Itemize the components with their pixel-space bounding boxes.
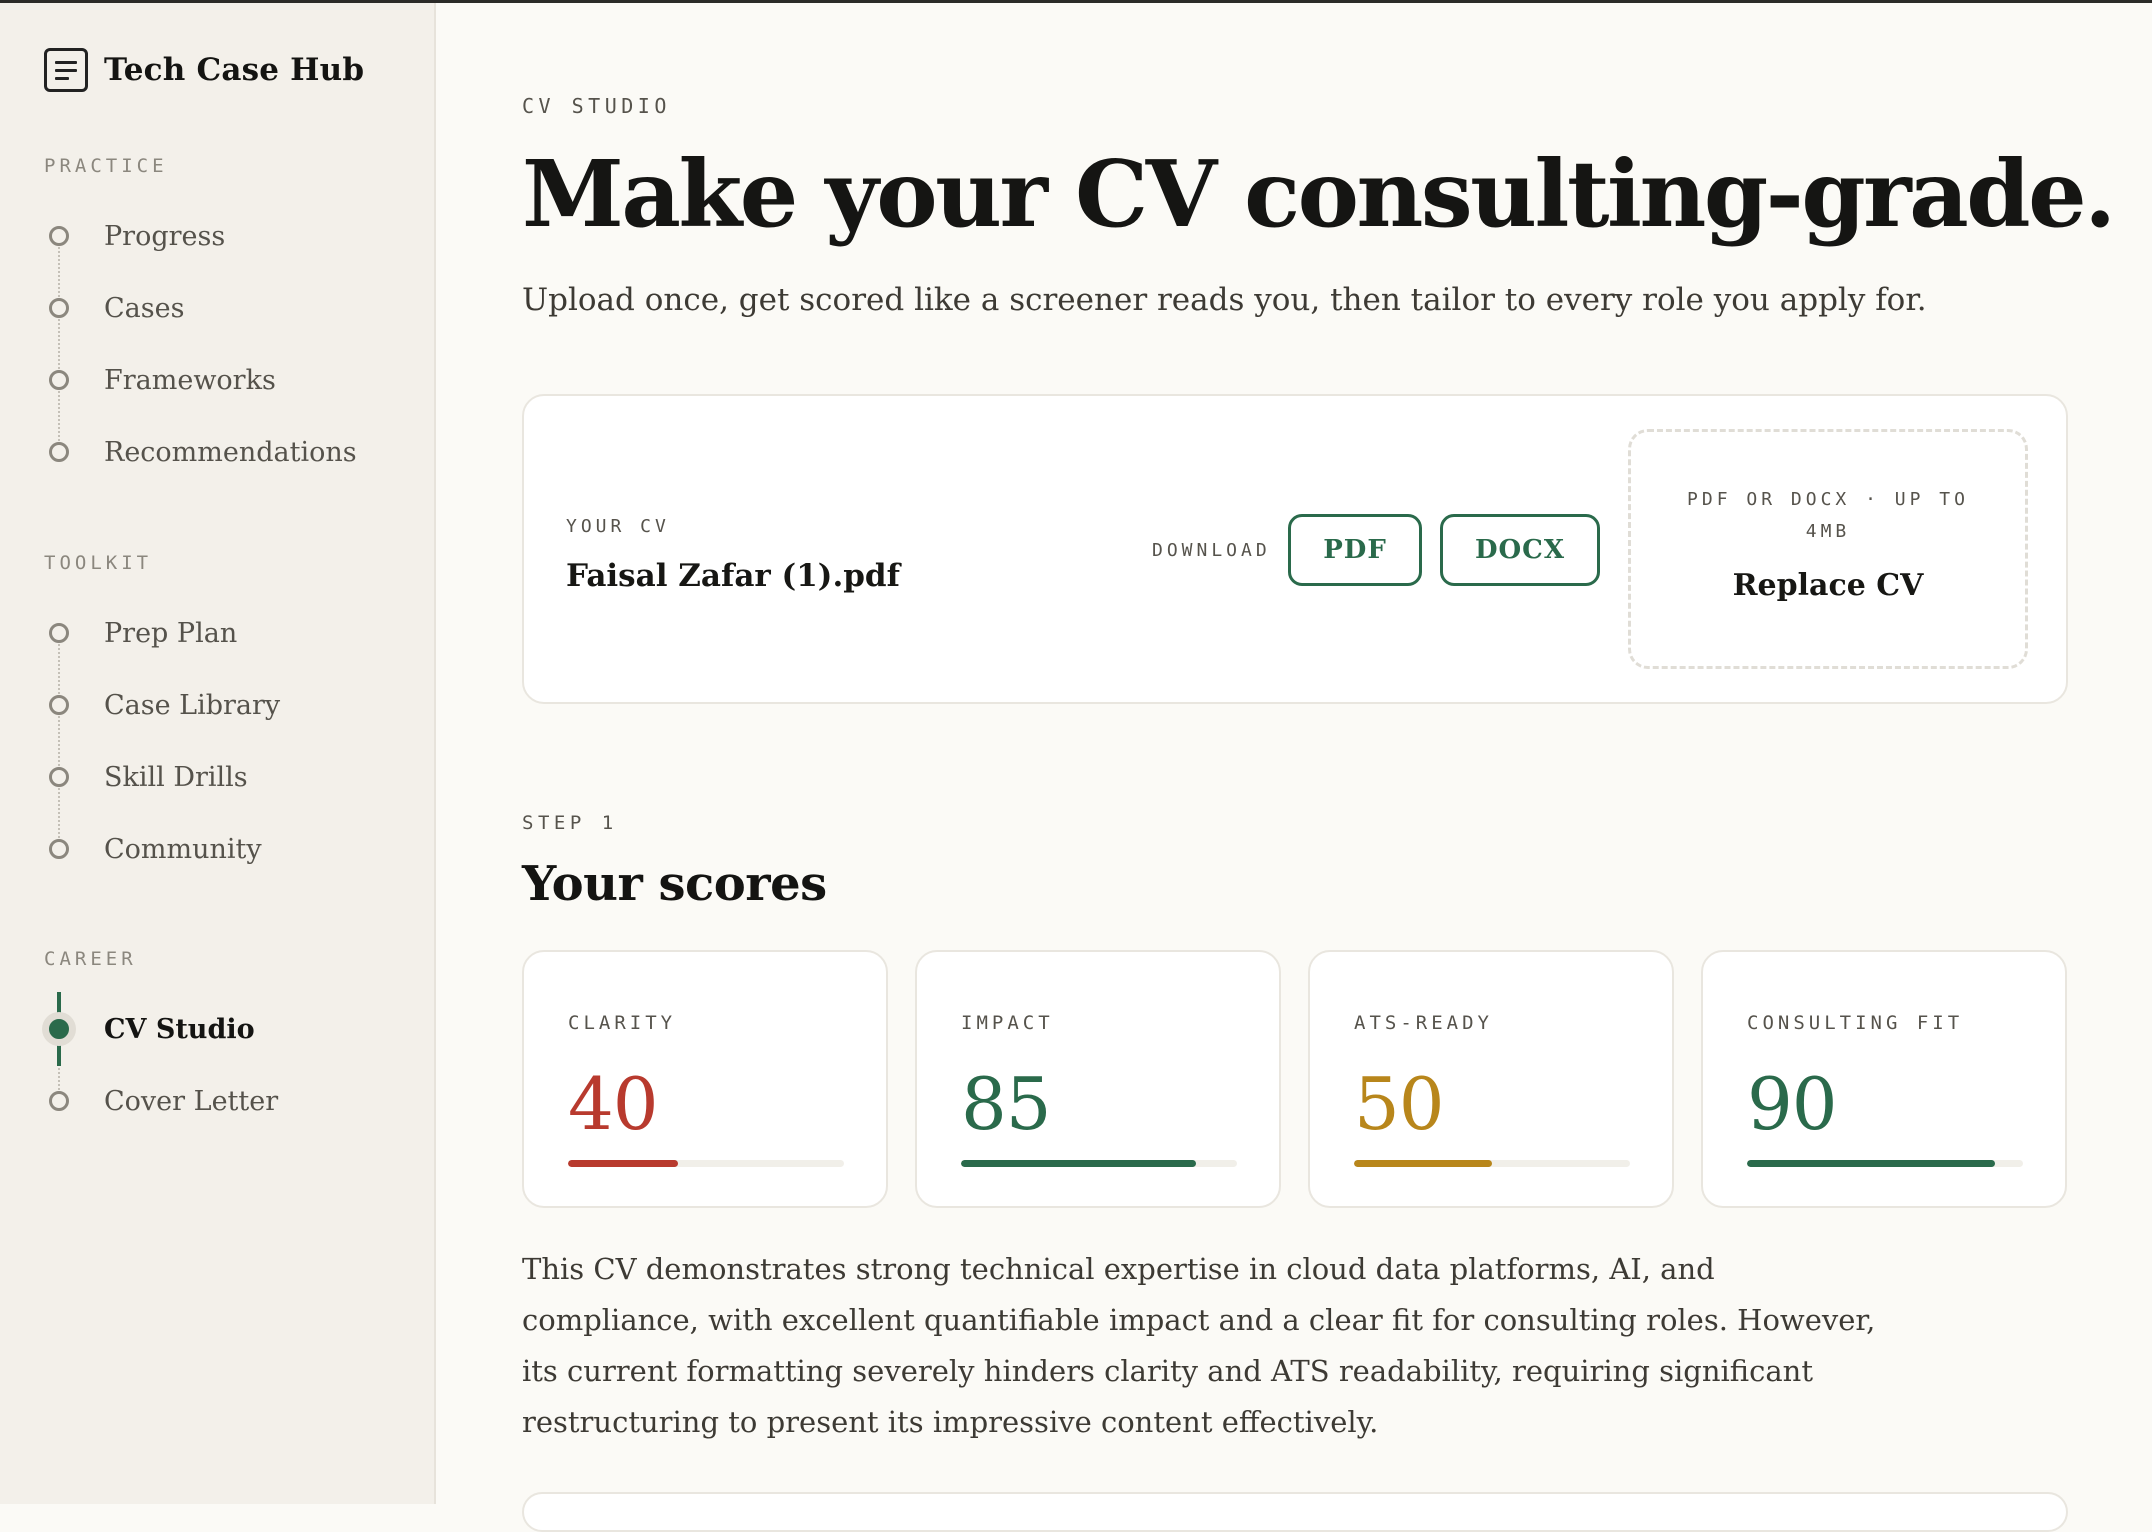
score-value: 50 (1354, 1062, 1445, 1146)
download-pdf-button[interactable]: PDF (1288, 514, 1422, 586)
section-label-practice: PRACTICE (44, 155, 168, 177)
score-track (1354, 1160, 1630, 1167)
sidebar-item-label: Frameworks (104, 364, 276, 396)
score-card-ats-ready: ATS-READY 50 (1308, 950, 1674, 1208)
upload-hint: PDF OR DOCX · UP TO 4MB (1687, 489, 1969, 542)
score-track (961, 1160, 1237, 1167)
nav-practice: Progress Cases Frameworks Recommendation… (0, 200, 436, 488)
next-section-card (522, 1492, 2068, 1532)
score-fill (568, 1160, 679, 1167)
download-docx-button[interactable]: DOCX (1440, 514, 1600, 586)
sidebar-item-label: Cases (104, 292, 185, 324)
score-label: CLARITY (568, 1012, 677, 1034)
circle-icon (49, 695, 69, 715)
app-title: Tech Case Hub (104, 52, 365, 88)
score-label: ATS-READY (1354, 1012, 1493, 1034)
score-fill (1747, 1160, 1996, 1167)
page-subtitle: Upload once, get scored like a screener … (522, 282, 1927, 318)
score-fill (961, 1160, 1196, 1167)
sidebar-item-label: Skill Drills (104, 761, 248, 793)
sidebar-item-frameworks[interactable]: Frameworks (0, 344, 436, 416)
replace-cv-label: Replace CV (1732, 568, 1924, 603)
sidebar-item-progress[interactable]: Progress (0, 200, 436, 272)
sidebar-item-community[interactable]: Community (0, 813, 436, 885)
replace-cv-dropzone[interactable]: PDF OR DOCX · UP TO 4MB Replace CV (1628, 429, 2028, 669)
sidebar-item-recommendations[interactable]: Recommendations (0, 416, 436, 488)
score-label: IMPACT (961, 1012, 1054, 1034)
sidebar-item-cover-letter[interactable]: Cover Letter (0, 1065, 436, 1137)
cv-file-name: Faisal Zafar (1).pdf (566, 558, 900, 594)
sidebar-item-label: Case Library (104, 689, 281, 721)
cv-label: YOUR CV (566, 516, 670, 537)
sidebar-item-case-library[interactable]: Case Library (0, 669, 436, 741)
nav-career: CV Studio Cover Letter (0, 992, 436, 1137)
circle-icon (49, 370, 69, 390)
score-value: 90 (1747, 1062, 1838, 1146)
circle-icon (49, 767, 69, 787)
circle-filled-icon (49, 1019, 69, 1039)
sidebar-item-label: Recommendations (104, 436, 357, 468)
sidebar-item-cv-studio[interactable]: CV Studio (0, 992, 436, 1066)
sidebar-item-prep-plan[interactable]: Prep Plan (0, 597, 436, 669)
page-eyebrow: CV STUDIO (522, 94, 671, 118)
score-track (1747, 1160, 2023, 1167)
scores-title: Your scores (522, 856, 827, 912)
nav-connector (58, 633, 60, 849)
circle-icon (49, 298, 69, 318)
sidebar-item-label: CV Studio (104, 1013, 255, 1045)
page-title: Make your CV consulting-grade. (522, 140, 2116, 248)
score-card-impact: IMPACT 85 (915, 950, 1281, 1208)
score-card-consulting-fit: CONSULTING FIT 90 (1701, 950, 2067, 1208)
score-value: 85 (961, 1062, 1052, 1146)
circle-icon (49, 226, 69, 246)
sidebar: Tech Case Hub PRACTICE Progress Cases Fr… (0, 3, 436, 1504)
circle-icon (49, 623, 69, 643)
document-lines-icon (44, 48, 88, 92)
download-label: DOWNLOAD (1152, 540, 1271, 561)
step-label: STEP 1 (522, 812, 618, 834)
brand[interactable]: Tech Case Hub (44, 48, 364, 92)
nav-toolkit: Prep Plan Case Library Skill Drills Comm… (0, 597, 436, 885)
sidebar-item-cases[interactable]: Cases (0, 272, 436, 344)
scores-summary: This CV demonstrates strong technical ex… (522, 1252, 1876, 1439)
circle-icon (49, 442, 69, 462)
score-card-clarity: CLARITY 40 (522, 950, 888, 1208)
score-value: 40 (568, 1062, 659, 1146)
score-track (568, 1160, 844, 1167)
sidebar-item-label: Community (104, 833, 262, 865)
sidebar-item-label: Progress (104, 220, 226, 252)
circle-icon (49, 839, 69, 859)
cv-card: YOUR CV Faisal Zafar (1).pdf DOWNLOAD PD… (522, 394, 2068, 704)
section-label-toolkit: TOOLKIT (44, 552, 153, 574)
circle-icon (49, 1091, 69, 1111)
nav-connector (58, 236, 60, 452)
score-label: CONSULTING FIT (1747, 1012, 1964, 1034)
score-fill (1354, 1160, 1492, 1167)
sidebar-item-skill-drills[interactable]: Skill Drills (0, 741, 436, 813)
sidebar-item-label: Cover Letter (104, 1085, 279, 1117)
sidebar-item-label: Prep Plan (104, 617, 238, 649)
section-label-career: CAREER (44, 948, 137, 970)
